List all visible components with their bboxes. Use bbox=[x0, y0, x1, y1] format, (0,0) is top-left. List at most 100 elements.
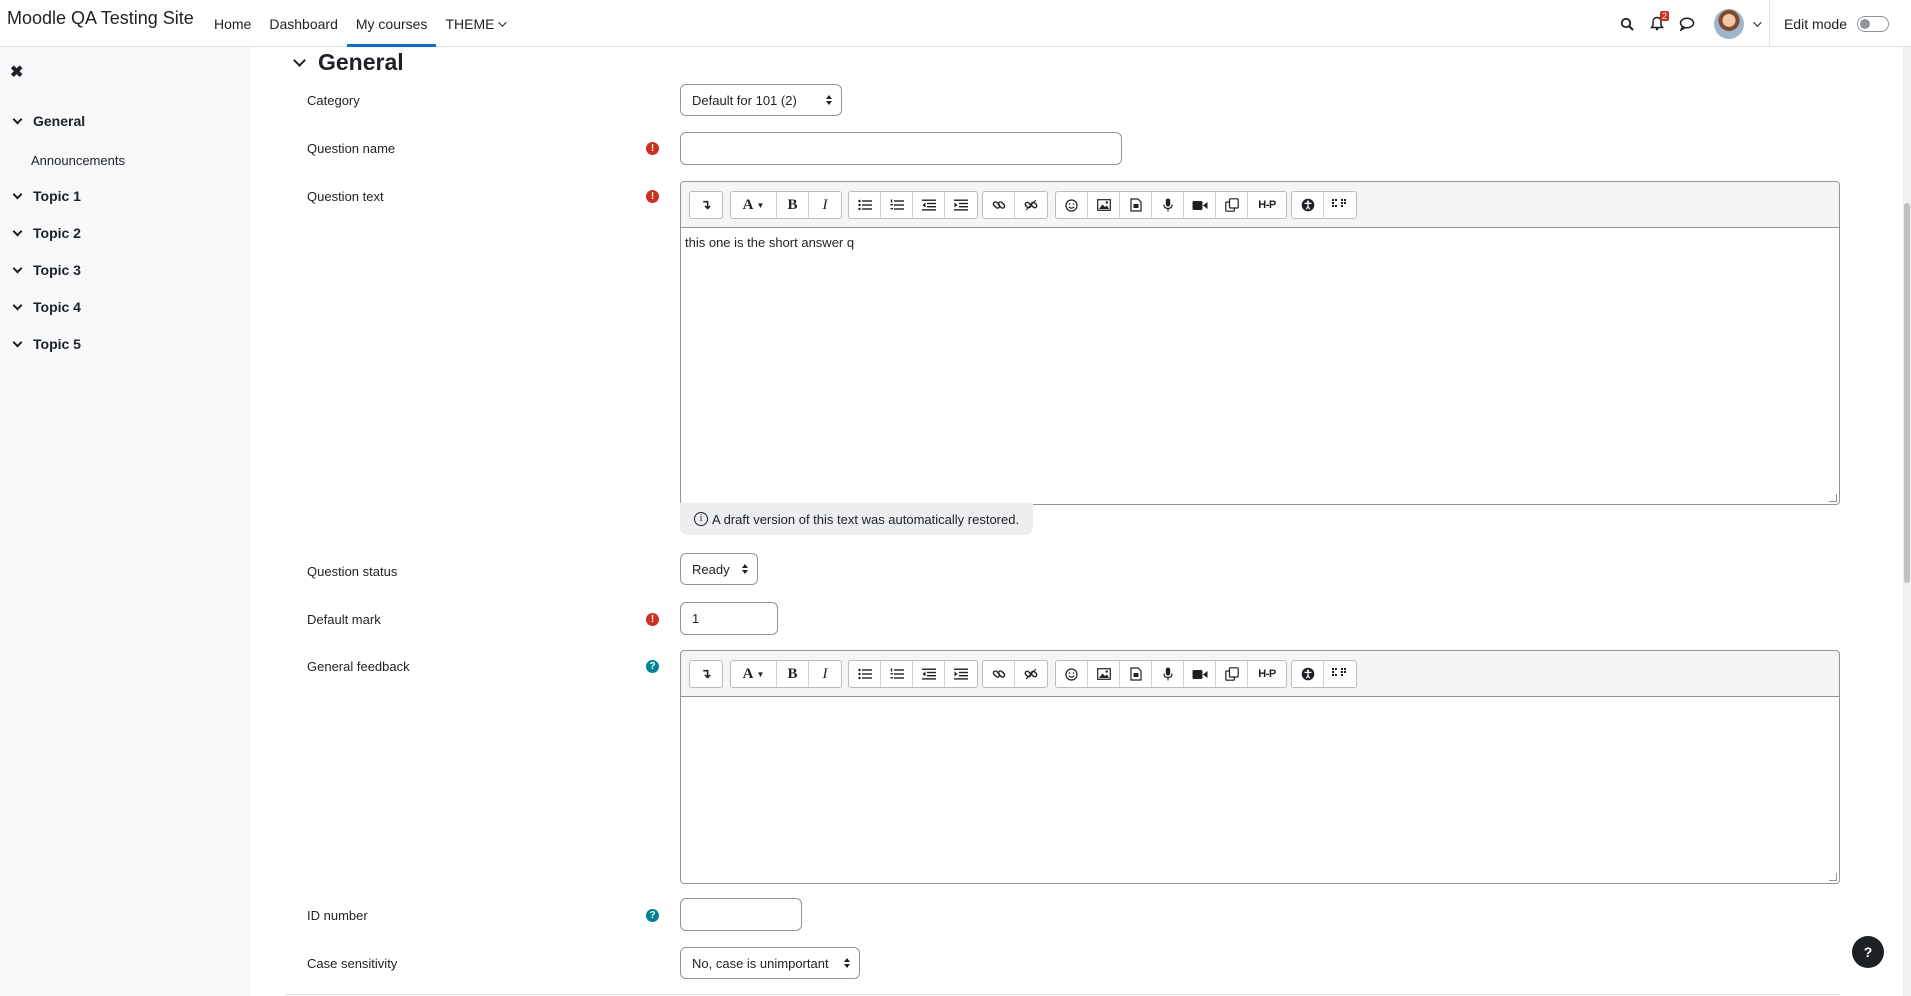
chevron-down-icon bbox=[498, 17, 508, 27]
outdent-button[interactable] bbox=[913, 661, 945, 687]
course-section-topic-3[interactable]: Topic 3 bbox=[12, 259, 81, 281]
outdent-icon bbox=[921, 668, 936, 680]
case-sensitivity-select[interactable]: No, case is unimportant bbox=[680, 947, 860, 979]
course-index-drawer: ✖ General Announcements Topic 1 Topic 2 … bbox=[0, 47, 251, 996]
search-icon bbox=[1620, 17, 1634, 31]
record-video-button[interactable] bbox=[1184, 661, 1216, 687]
course-section-topic-5[interactable]: Topic 5 bbox=[12, 333, 81, 355]
general-section-toggle[interactable]: General bbox=[293, 49, 404, 76]
toolbar-group bbox=[982, 660, 1048, 688]
section-divider bbox=[286, 994, 1840, 995]
category-select-value: Default for 101 (2) bbox=[692, 92, 797, 108]
link-button[interactable] bbox=[983, 661, 1015, 687]
image-button[interactable] bbox=[1088, 192, 1120, 218]
media-button[interactable] bbox=[1120, 661, 1152, 687]
editor-toolbar: ↴ A ▼ B I H-P bbox=[681, 182, 1839, 228]
general-feedback-editor: ↴ A ▼ B I H-P bbox=[680, 650, 1840, 884]
scrollbar-thumb[interactable] bbox=[1904, 203, 1910, 583]
collapse-button[interactable]: ↴ bbox=[690, 192, 722, 218]
nav-theme-dropdown[interactable]: THEME bbox=[436, 0, 513, 47]
nav-dashboard[interactable]: Dashboard bbox=[260, 0, 347, 47]
edit-mode-toggle[interactable] bbox=[1857, 15, 1889, 32]
font-style-button[interactable]: A ▼ bbox=[731, 192, 777, 218]
accessibility-checker-button[interactable] bbox=[1292, 661, 1324, 687]
indent-button[interactable] bbox=[945, 661, 977, 687]
case-sensitivity-label: Case sensitivity bbox=[307, 956, 398, 971]
unlink-icon bbox=[1024, 668, 1038, 680]
question-text-label: Question text bbox=[307, 189, 384, 204]
dropdown-caret-icon: ▼ bbox=[756, 669, 765, 679]
edit-mode-label: Edit mode bbox=[1783, 15, 1847, 32]
unordered-list-button[interactable] bbox=[849, 661, 881, 687]
indent-button[interactable] bbox=[945, 192, 977, 218]
question-status-select[interactable]: Ready bbox=[680, 553, 758, 585]
notifications-button[interactable]: 2 bbox=[1642, 9, 1672, 39]
question-text-content[interactable]: this one is the short answer q bbox=[681, 228, 1839, 257]
question-name-input[interactable] bbox=[680, 132, 1122, 165]
bold-button[interactable]: B bbox=[777, 661, 809, 687]
site-name[interactable]: Moodle QA Testing Site bbox=[7, 8, 194, 29]
nav-my-courses[interactable]: My courses bbox=[346, 0, 437, 47]
screenreader-helper-button[interactable] bbox=[1324, 661, 1356, 687]
emoji-icon bbox=[1065, 198, 1078, 212]
resize-handle[interactable] bbox=[1829, 494, 1837, 502]
ordered-list-icon bbox=[890, 668, 904, 679]
image-button[interactable] bbox=[1088, 661, 1120, 687]
indent-icon bbox=[954, 668, 968, 680]
navbar-divider bbox=[1768, 0, 1770, 47]
required-icon: ! bbox=[646, 142, 659, 155]
h5p-icon: H-P bbox=[1258, 199, 1276, 211]
accessibility-checker-icon bbox=[1301, 198, 1314, 212]
dropdown-caret-icon: ▼ bbox=[756, 200, 765, 210]
accessibility-checker-button[interactable] bbox=[1292, 192, 1324, 218]
record-audio-button[interactable] bbox=[1152, 661, 1184, 687]
emoji-button[interactable] bbox=[1056, 192, 1088, 218]
help-icon[interactable]: ? bbox=[646, 660, 659, 673]
default-mark-input[interactable]: 1 bbox=[680, 602, 778, 635]
help-footer-button[interactable]: ? bbox=[1852, 936, 1884, 968]
media-button[interactable] bbox=[1120, 192, 1152, 218]
bold-button[interactable]: B bbox=[777, 192, 809, 218]
general-feedback-content[interactable] bbox=[681, 697, 1839, 711]
manage-files-button[interactable] bbox=[1216, 661, 1248, 687]
toolbar-group bbox=[1291, 660, 1357, 688]
resize-handle[interactable] bbox=[1829, 873, 1837, 881]
screenreader-helper-button[interactable] bbox=[1324, 192, 1356, 218]
course-activity-announcements[interactable]: Announcements bbox=[31, 153, 125, 168]
course-section-topic-2[interactable]: Topic 2 bbox=[12, 222, 81, 244]
page-scrollbar[interactable] bbox=[1903, 47, 1911, 996]
unordered-list-button[interactable] bbox=[849, 192, 881, 218]
question-edit-form: General Category Default for 101 (2) Que… bbox=[251, 47, 1911, 996]
user-menu[interactable] bbox=[1713, 8, 1762, 39]
course-section-topic-1[interactable]: Topic 1 bbox=[12, 185, 81, 207]
italic-button[interactable]: I bbox=[809, 192, 841, 218]
search-button[interactable] bbox=[1612, 9, 1642, 39]
h5p-button[interactable]: H-P bbox=[1248, 661, 1286, 687]
nav-theme-label: THEME bbox=[445, 15, 495, 32]
help-icon[interactable]: ? bbox=[646, 909, 659, 922]
unlink-button[interactable] bbox=[1015, 192, 1047, 218]
unordered-list-icon bbox=[857, 199, 872, 211]
unlink-button[interactable] bbox=[1015, 661, 1047, 687]
close-drawer-button[interactable]: ✖ bbox=[10, 62, 23, 82]
collapse-button[interactable]: ↴ bbox=[690, 661, 722, 687]
link-button[interactable] bbox=[983, 192, 1015, 218]
ordered-list-button[interactable] bbox=[881, 192, 913, 218]
ordered-list-button[interactable] bbox=[881, 661, 913, 687]
messages-button[interactable] bbox=[1672, 9, 1702, 39]
nav-home[interactable]: Home bbox=[205, 0, 260, 47]
toolbar-group: A ▼ B I bbox=[730, 660, 842, 688]
record-video-button[interactable] bbox=[1184, 192, 1216, 218]
category-select[interactable]: Default for 101 (2) bbox=[680, 84, 842, 116]
h5p-button[interactable]: H-P bbox=[1248, 192, 1286, 218]
font-style-button[interactable]: A ▼ bbox=[731, 661, 777, 687]
course-section-topic-4[interactable]: Topic 4 bbox=[12, 296, 81, 318]
record-audio-button[interactable] bbox=[1152, 192, 1184, 218]
id-number-input[interactable] bbox=[680, 898, 802, 931]
course-section-general[interactable]: General bbox=[12, 110, 85, 132]
emoji-button[interactable] bbox=[1056, 661, 1088, 687]
outdent-button[interactable] bbox=[913, 192, 945, 218]
manage-files-button[interactable] bbox=[1216, 192, 1248, 218]
question-status-value: Ready bbox=[692, 561, 730, 577]
italic-button[interactable]: I bbox=[809, 661, 841, 687]
